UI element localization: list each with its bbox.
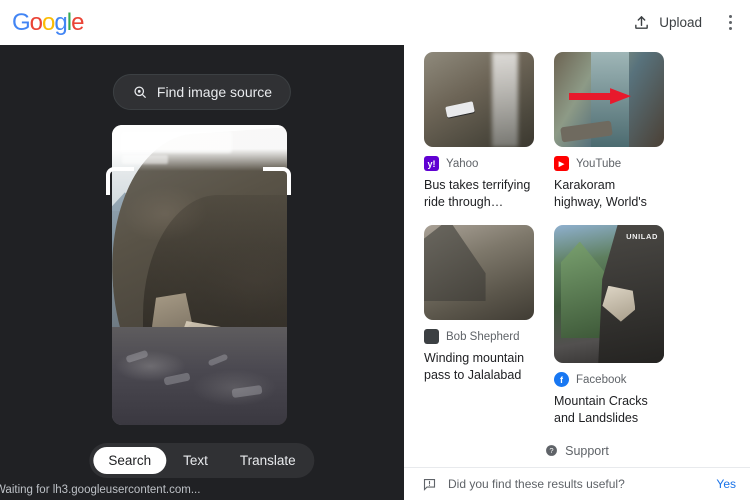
browser-status-bar: Waiting for lh3.googleusercontent.com... — [0, 479, 234, 500]
logo-letter-e: e — [71, 8, 84, 36]
result-source-name: Yahoo — [446, 157, 479, 170]
result-thumbnail[interactable] — [424, 225, 534, 320]
crop-handle-top-right[interactable] — [263, 167, 291, 195]
find-image-source-label: Find image source — [156, 84, 273, 100]
result-source: Bob Shepherd — [424, 329, 534, 344]
kebab-dot-2 — [728, 21, 732, 24]
thumbnail-art: UNILAD — [554, 225, 664, 363]
upload-icon — [633, 14, 650, 31]
result-title[interactable]: Winding mountain pass to Jalalabad — [424, 350, 534, 384]
youtube-icon: ▶ — [554, 156, 569, 171]
bobshepherd-icon — [424, 329, 439, 344]
find-image-source-button[interactable]: Find image source — [112, 74, 292, 110]
feedback-question: Did you find these results useful? — [448, 477, 625, 491]
logo-letter-o1: o — [29, 8, 43, 36]
logo-letter-g2: g — [54, 8, 67, 36]
scree-fragment — [125, 349, 149, 364]
thumb-waterfall — [492, 52, 518, 147]
photo-scree-slope — [112, 327, 287, 425]
thumbnail-art — [424, 225, 534, 320]
red-arrow-annotation — [569, 88, 631, 105]
results-footer: ? Support Did you find these results use… — [404, 434, 750, 500]
scree-fragment — [231, 384, 263, 399]
result-card[interactable]: ▶ YouTube Karakoram highway, World's Mos… — [554, 52, 664, 211]
tab-translate[interactable]: Translate — [225, 447, 311, 474]
tab-search[interactable]: Search — [93, 447, 167, 474]
result-card[interactable]: Bob Shepherd Winding mountain pass to Ja… — [424, 225, 534, 427]
crop-handle-top-left[interactable] — [106, 167, 134, 195]
result-title[interactable]: Mountain Cracks and Landslides ont… — [554, 393, 664, 427]
result-thumbnail[interactable]: UNILAD — [554, 225, 664, 363]
status-text: Waiting for lh3.googleusercontent.com... — [0, 483, 201, 496]
thumb-peak — [424, 225, 486, 301]
upload-button[interactable]: Upload — [623, 8, 712, 37]
scree-fragment — [207, 353, 229, 367]
result-card[interactable]: y! Yahoo Bus takes terrifying ride throu… — [424, 52, 534, 211]
upload-label: Upload — [659, 15, 702, 30]
thumb-bus — [445, 101, 475, 118]
feedback-bar: Did you find these results useful? Yes — [404, 467, 750, 500]
svg-text:?: ? — [550, 446, 554, 455]
image-viewer-panel: Find image source Search Text Translate … — [0, 45, 404, 500]
query-image[interactable] — [112, 125, 287, 425]
visual-matches-panel[interactable]: y! Yahoo Bus takes terrifying ride throu… — [404, 45, 750, 500]
support-label: Support — [565, 443, 609, 458]
result-source: f Facebook — [554, 372, 664, 387]
feedback-yes-button[interactable]: Yes — [716, 477, 736, 491]
facebook-icon: f — [554, 372, 569, 387]
result-source: y! Yahoo — [424, 156, 534, 171]
thumb-watermark: UNILAD — [626, 232, 658, 241]
logo-letter-o2: o — [42, 8, 55, 36]
feedback-icon — [422, 477, 437, 492]
query-image-photo — [112, 125, 287, 425]
google-logo[interactable]: Google — [12, 8, 84, 36]
mode-tab-bar: Search Text Translate — [89, 443, 315, 478]
scree-fragment — [163, 372, 191, 386]
result-card[interactable]: UNILAD f Facebook Mountain Cracks and La… — [554, 225, 664, 427]
result-title[interactable]: Karakoram highway, World's Most… — [554, 177, 664, 211]
result-source-name: Bob Shepherd — [446, 330, 520, 343]
top-bar: Google Upload — [0, 0, 750, 45]
kebab-dot-1 — [728, 15, 732, 18]
result-source: ▶ YouTube — [554, 156, 664, 171]
result-source-name: Facebook — [576, 373, 627, 386]
support-link[interactable]: ? Support — [404, 434, 750, 467]
result-thumbnail[interactable] — [554, 52, 664, 147]
help-circle-icon: ? — [545, 444, 558, 457]
thumbnail-art — [424, 52, 534, 147]
photo-watermark-sub — [122, 155, 168, 164]
result-source-name: YouTube — [576, 157, 622, 170]
more-vertical-icon[interactable] — [716, 8, 744, 38]
results-grid: y! Yahoo Bus takes terrifying ride throu… — [404, 45, 750, 500]
logo-letter-g1: G — [12, 8, 31, 36]
result-title[interactable]: Bus takes terrifying ride through… — [424, 177, 534, 211]
lens-search-icon — [132, 84, 148, 100]
yahoo-icon: y! — [424, 156, 439, 171]
kebab-dot-3 — [728, 27, 732, 30]
google-lens-window: Google Upload Find image source Search T… — [0, 0, 750, 500]
tab-text[interactable]: Text — [168, 447, 223, 474]
photo-watermark-blurred — [120, 131, 232, 153]
thumbnail-art — [554, 52, 664, 147]
result-thumbnail[interactable] — [424, 52, 534, 147]
